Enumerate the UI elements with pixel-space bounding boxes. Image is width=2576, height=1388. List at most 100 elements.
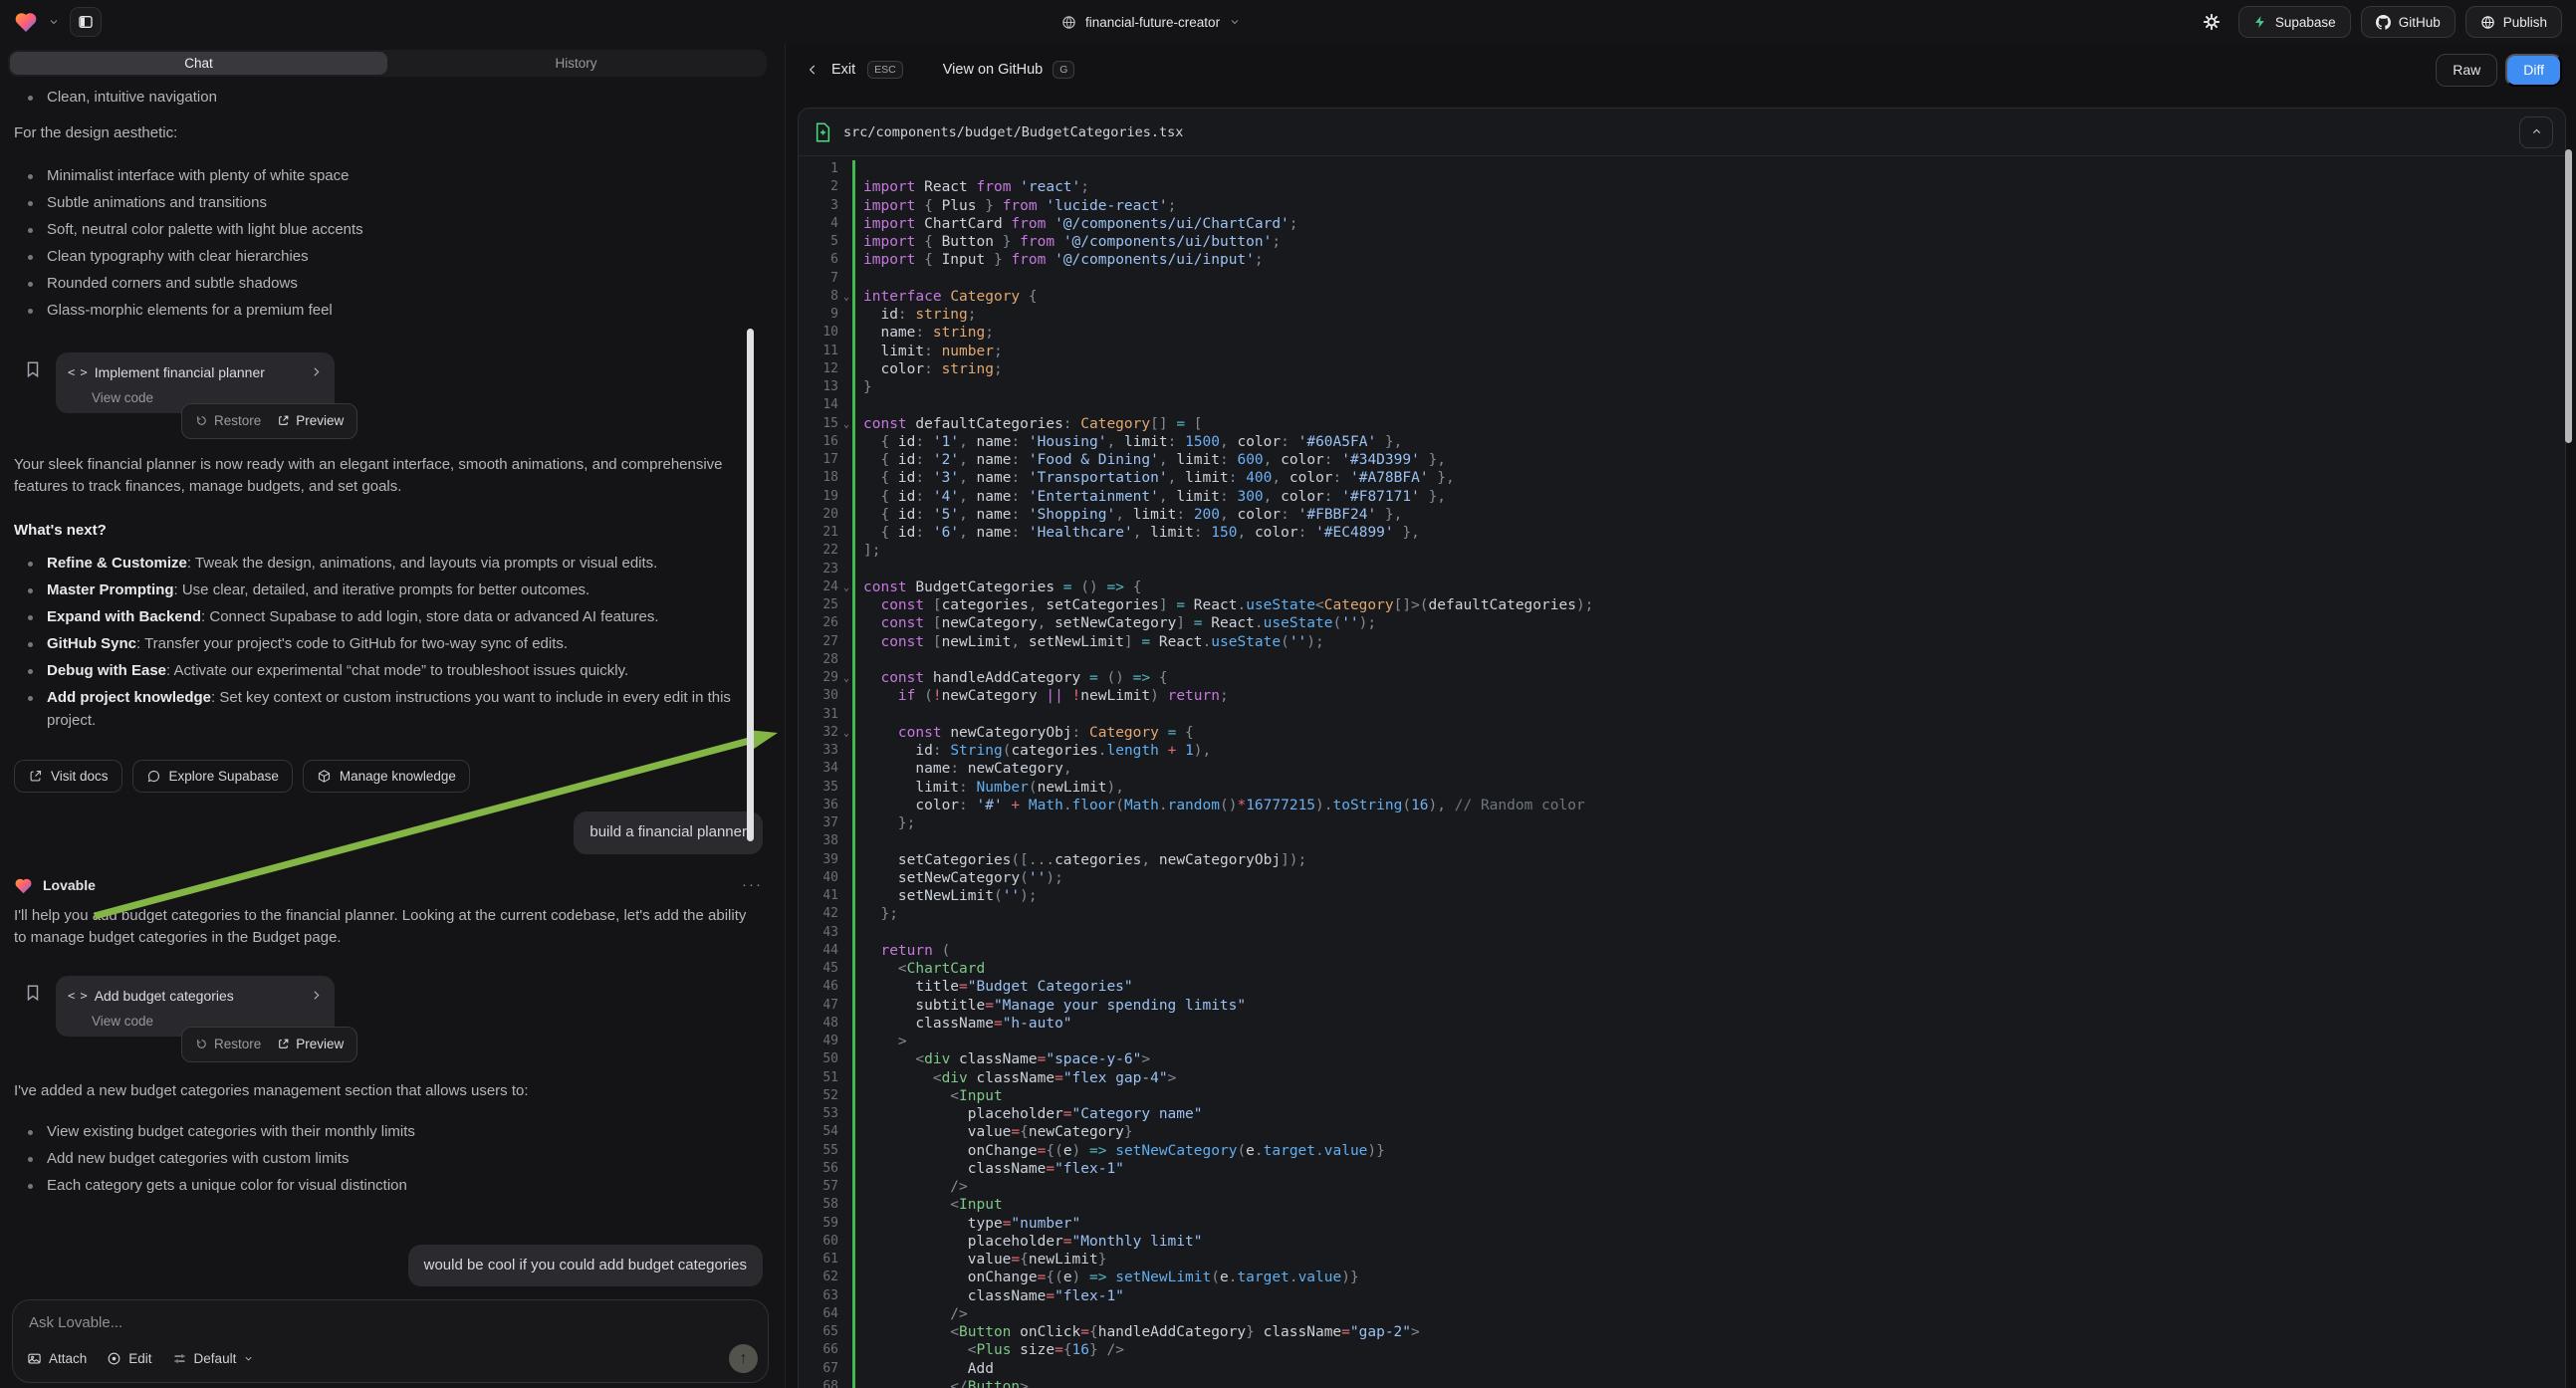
fold-chevron-icon[interactable]: ⌄: [843, 579, 849, 597]
list-item: GitHub Sync: Transfer your project's cod…: [14, 633, 763, 656]
line-number: 53: [799, 1105, 838, 1123]
line-number: 55: [799, 1142, 838, 1160]
workspace-chevron-down-icon[interactable]: [48, 16, 60, 28]
code-line-text: <Input: [852, 1087, 1003, 1105]
assistant-header: Lovable ···: [14, 872, 763, 900]
preview-button[interactable]: Preview: [277, 410, 344, 433]
line-number: 66: [799, 1341, 838, 1359]
code-scrollbar-thumb[interactable]: [2565, 149, 2572, 443]
toggle-sidebar-button[interactable]: [70, 7, 102, 37]
code-line: 15⌄const defaultCategories: Category[] =…: [799, 415, 2565, 433]
code-line: 49 >: [799, 1033, 2565, 1050]
topbar-right: Supabase GitHub Publish: [2195, 6, 2562, 38]
visit-docs-button[interactable]: Visit docs: [14, 760, 122, 793]
code-line-text: name: string;: [852, 324, 994, 342]
code-line: 42 };: [799, 905, 2565, 923]
lovable-logo-icon[interactable]: [14, 11, 38, 33]
line-number: 14: [799, 396, 838, 414]
github-icon: [2376, 15, 2391, 30]
publish-button[interactable]: Publish: [2465, 6, 2562, 38]
code-line-text: ];: [852, 542, 880, 560]
code-line-text: subtitle="Manage your spending limits": [852, 997, 1246, 1015]
code-line: 33 id: String(categories.length + 1),: [799, 742, 2565, 760]
code-line-text: type="number": [852, 1215, 1080, 1233]
bookmark-icon[interactable]: [24, 984, 42, 1002]
fold-chevron-icon[interactable]: ⌄: [843, 725, 849, 743]
code-line-text: name: newCategory,: [852, 760, 1072, 778]
external-link-icon: [28, 769, 43, 784]
manage-knowledge-button[interactable]: Manage knowledge: [303, 760, 470, 793]
code-line-text: onChange={(e) => setNewLimit(e.target.va…: [852, 1269, 1359, 1286]
bookmark-icon[interactable]: [24, 360, 42, 378]
fold-chevron-icon[interactable]: ⌄: [843, 416, 849, 434]
code-line-text: }: [852, 378, 872, 396]
list-item: Soft, neutral color palette with light b…: [14, 219, 763, 242]
line-number: 62: [799, 1269, 838, 1286]
package-icon: [317, 769, 332, 784]
chat-scrollbar-thumb[interactable]: [747, 329, 754, 841]
code-line: 28: [799, 651, 2565, 669]
bullet-dot: [28, 588, 33, 593]
bullet-dot: [28, 562, 33, 567]
g-kbd-badge: G: [1053, 61, 1074, 79]
raw-toggle-button[interactable]: Raw: [2436, 54, 2497, 87]
settings-button[interactable]: [2195, 6, 2228, 38]
github-button[interactable]: GitHub: [2361, 6, 2456, 38]
message-menu-button[interactable]: ···: [742, 874, 763, 897]
line-number: 19: [799, 488, 838, 506]
line-number: 67: [799, 1360, 838, 1378]
code-line-text: id: string;: [852, 306, 977, 324]
lovable-avatar-icon: [14, 877, 33, 894]
code-line-text: { id: '3', name: 'Transportation', limit…: [852, 469, 1455, 487]
restore-button[interactable]: Restore: [195, 410, 261, 433]
chat-panel: Chat History Clean, intuitive navigation…: [0, 44, 785, 1388]
attach-button[interactable]: Attach: [27, 1351, 87, 1366]
tab-chat[interactable]: Chat: [10, 52, 387, 75]
code-line: 63 className="flex-1": [799, 1287, 2565, 1305]
edit-button[interactable]: Edit: [107, 1351, 151, 1366]
view-on-github-button[interactable]: View on GitHub: [943, 62, 1043, 78]
line-number: 60: [799, 1233, 838, 1251]
fold-chevron-icon[interactable]: ⌄: [843, 670, 849, 688]
code-line-text: <Button onClick={handleAddCategory} clas…: [852, 1323, 1420, 1341]
tab-history[interactable]: History: [387, 52, 765, 75]
code-line: 11 limit: number;: [799, 343, 2565, 360]
line-number: 68: [799, 1378, 838, 1388]
line-number: 29⌄: [799, 669, 838, 687]
list-item: Each category gets a unique color for vi…: [14, 1175, 763, 1198]
publish-label: Publish: [2503, 15, 2547, 30]
fold-chevron-icon[interactable]: ⌄: [843, 289, 849, 307]
preview-button[interactable]: Preview: [277, 1034, 344, 1056]
code-line-text: value={newLimit}: [852, 1251, 1106, 1269]
next-steps-list: Refine & Customize: Tweak the design, an…: [14, 553, 763, 732]
code-line: 10 name: string;: [799, 324, 2565, 342]
code-line-text: <Plus size={16} />: [852, 1341, 1124, 1359]
list-item: Minimalist interface with plenty of whit…: [14, 165, 763, 188]
collapse-file-button[interactable]: [2519, 116, 2553, 148]
chat-messages: Clean, intuitive navigation For the desi…: [14, 78, 763, 1388]
project-menu[interactable]: financial-future-creator: [1061, 0, 1241, 44]
diff-toggle-button[interactable]: Diff: [2505, 54, 2562, 87]
list-item: Debug with Ease: Activate our experiment…: [14, 660, 763, 683]
code-line: 65 <Button onClick={handleAddCategory} c…: [799, 1323, 2565, 1341]
code-line: 44 return (: [799, 942, 2565, 960]
model-selector[interactable]: Default: [172, 1351, 255, 1366]
chat-input[interactable]: [29, 1310, 752, 1334]
restore-button[interactable]: Restore: [195, 1034, 261, 1056]
bullet-dot: [28, 174, 33, 179]
restore-icon: [195, 1038, 208, 1050]
bullet-dot: [28, 669, 33, 674]
line-number: 43: [799, 924, 838, 942]
line-number: 65: [799, 1323, 838, 1341]
send-button[interactable]: ↑: [729, 1344, 758, 1373]
assistant-name: Lovable: [43, 874, 732, 897]
version-card-block: < > Add budget categories View code Rest…: [14, 976, 763, 1037]
supabase-button[interactable]: Supabase: [2238, 6, 2351, 38]
list-item: Add project knowledge: Set key context o…: [14, 687, 763, 732]
code-line: 24⌄const BudgetCategories = () => {: [799, 578, 2565, 596]
exit-button[interactable]: Exit: [831, 62, 855, 78]
chevron-left-icon[interactable]: [806, 63, 820, 77]
explore-supabase-button[interactable]: Explore Supabase: [132, 760, 293, 793]
code-line: 8⌄interface Category {: [799, 288, 2565, 306]
line-number: 16: [799, 433, 838, 451]
